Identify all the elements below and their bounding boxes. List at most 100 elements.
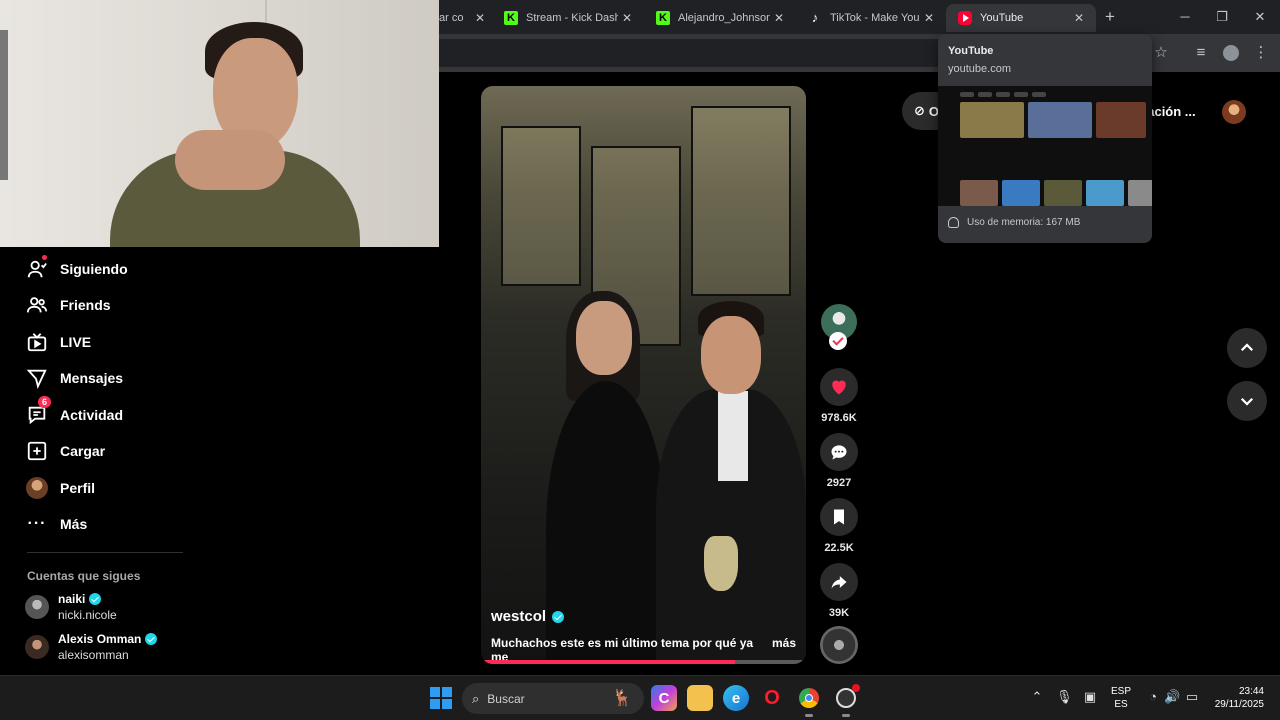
sidebar-item-label: Mensajes bbox=[60, 370, 124, 386]
video-person-man bbox=[656, 301, 806, 664]
sidebar-item-label: Friends bbox=[60, 297, 111, 313]
youtube-icon bbox=[958, 11, 972, 25]
sidebar-item-friends[interactable]: Friends bbox=[26, 291, 111, 319]
edge-icon[interactable]: e bbox=[723, 685, 749, 711]
comment-count: 2927 bbox=[826, 477, 852, 489]
video-player[interactable]: westcol Muchachos este es mi último tema… bbox=[481, 86, 806, 664]
tab-kick-channel[interactable]: K Alejandro_Johnson S ✕ bbox=[644, 4, 796, 32]
memory-icon bbox=[948, 217, 959, 228]
sidebar-item-label: Cargar bbox=[60, 443, 106, 459]
close-icon[interactable]: ✕ bbox=[1070, 11, 1088, 25]
profile-avatar[interactable] bbox=[1223, 45, 1239, 61]
opera-icon[interactable]: O bbox=[759, 685, 785, 711]
media-controls-icon[interactable]: ≡ bbox=[1191, 43, 1211, 63]
input-language[interactable]: ESP ES bbox=[1108, 685, 1134, 711]
verified-icon bbox=[552, 610, 565, 623]
new-tab-button[interactable]: + bbox=[1100, 7, 1120, 27]
tab-label: TikTok - Make Your D bbox=[830, 12, 920, 24]
keyboard-layout: ES bbox=[1114, 699, 1128, 710]
sidebar-item-messages[interactable]: Mensajes bbox=[26, 364, 123, 392]
sidebar-item-upload[interactable]: Cargar bbox=[26, 437, 105, 465]
account-name: Alexis Omman bbox=[58, 632, 142, 646]
heart-icon bbox=[832, 380, 846, 395]
obs-icon[interactable] bbox=[833, 684, 860, 717]
close-icon[interactable]: ✕ bbox=[920, 11, 938, 25]
close-icon[interactable]: ✕ bbox=[618, 11, 636, 25]
chrome-icon[interactable] bbox=[796, 685, 822, 717]
microphone-icon[interactable]: 🎙 bbox=[1056, 689, 1073, 705]
tab-youtube[interactable]: YouTube ✕ bbox=[946, 4, 1096, 32]
bookmark-star-icon[interactable]: ☆ bbox=[1151, 43, 1171, 63]
followed-check-icon[interactable] bbox=[829, 332, 847, 350]
memory-usage-text: Uso de memoria: 167 MB bbox=[967, 217, 1081, 228]
close-icon[interactable]: ✕ bbox=[770, 11, 788, 25]
taskbar-clock[interactable]: 23:44 29/11/2025 bbox=[1208, 685, 1264, 711]
bookmark-icon bbox=[834, 509, 844, 525]
tray-chevron-up-icon[interactable]: ⌃ bbox=[1030, 689, 1044, 705]
account-name: naiki bbox=[58, 592, 86, 606]
activity-icon: 6 bbox=[26, 396, 52, 426]
like-button[interactable] bbox=[820, 368, 858, 406]
user-avatar[interactable] bbox=[1222, 100, 1246, 124]
windows-taskbar: ⌕ Buscar 🦌 C e O ⌃ 🎙 ▣ ESP ES ◔ 🔊 ▭ 23:4… bbox=[0, 675, 1280, 720]
notification-dot bbox=[42, 255, 47, 260]
close-icon[interactable]: ✕ bbox=[471, 11, 489, 25]
sidebar-item-following[interactable]: Siguiendo bbox=[26, 255, 128, 283]
clock-time: 23:44 bbox=[1238, 686, 1264, 697]
kick-icon: K bbox=[656, 11, 670, 25]
following-account-item[interactable]: naiki nicki.nicole bbox=[25, 592, 117, 622]
video-username: westcol bbox=[491, 608, 547, 625]
search-placeholder: Buscar bbox=[487, 691, 525, 706]
tab-label: YouTube bbox=[980, 12, 1024, 24]
file-explorer-icon[interactable] bbox=[687, 685, 713, 711]
verified-icon bbox=[145, 633, 158, 645]
previous-video-button[interactable] bbox=[1227, 328, 1267, 368]
save-button[interactable] bbox=[820, 498, 858, 536]
copilot-icon[interactable]: C bbox=[651, 685, 677, 711]
following-account-item[interactable]: Alexis Omman alexisomman bbox=[25, 632, 158, 662]
tab-kick-stream[interactable]: K Stream - Kick Dashb ✕ bbox=[492, 4, 644, 32]
verified-icon bbox=[89, 593, 102, 605]
video-progress-fill bbox=[481, 660, 735, 664]
start-button[interactable] bbox=[430, 687, 452, 709]
friends-icon bbox=[26, 294, 48, 316]
wifi-icon[interactable]: ◔ bbox=[1146, 689, 1160, 704]
comment-button[interactable] bbox=[820, 433, 858, 471]
share-count: 39K bbox=[828, 607, 850, 619]
following-section-title: Cuentas que sigues bbox=[27, 569, 141, 583]
kebab-menu-icon[interactable]: ⋮ bbox=[1251, 43, 1271, 63]
sidebar-item-activity[interactable]: 6 Actividad bbox=[26, 396, 124, 429]
restore-button[interactable]: ❐ bbox=[1210, 7, 1234, 27]
tab-tiktok[interactable]: ♪ TikTok - Make Your D ✕ bbox=[796, 4, 946, 32]
battery-icon[interactable]: ▭ bbox=[1184, 689, 1200, 705]
sidebar-item-live[interactable]: LIVE bbox=[26, 328, 91, 356]
tiktok-icon: ♪ bbox=[811, 10, 819, 25]
next-video-button[interactable] bbox=[1227, 381, 1267, 421]
hover-card-title: YouTube bbox=[948, 45, 994, 57]
chevron-up-icon bbox=[1240, 343, 1254, 352]
display-icon[interactable]: ▣ bbox=[1082, 689, 1098, 705]
volume-icon[interactable]: 🔊 bbox=[1164, 689, 1180, 705]
close-window-button[interactable]: ✕ bbox=[1248, 7, 1272, 27]
share-icon bbox=[831, 576, 847, 589]
share-button[interactable] bbox=[820, 563, 858, 601]
chevron-down-icon bbox=[1240, 397, 1254, 406]
video-progress-bar[interactable] bbox=[481, 660, 806, 664]
music-disc-icon[interactable] bbox=[820, 626, 858, 664]
search-highlight-icon: 🦌 bbox=[612, 690, 632, 707]
sidebar-item-label: Más bbox=[60, 516, 88, 532]
tab-partial[interactable]: ar co ✕ bbox=[439, 4, 497, 32]
account-handle: alexisomman bbox=[58, 648, 129, 662]
hover-card-memory: Uso de memoria: 167 MB bbox=[948, 217, 1080, 228]
sidebar-item-more[interactable]: ··· Más bbox=[26, 510, 88, 538]
sidebar-item-profile[interactable]: Perfil bbox=[26, 474, 95, 502]
taskbar-search[interactable]: ⌕ Buscar 🦌 bbox=[462, 683, 644, 714]
video-author[interactable]: westcol bbox=[491, 608, 565, 625]
coins-icon: ⊘ bbox=[914, 103, 925, 118]
sidebar-item-label: Actividad bbox=[60, 407, 124, 423]
comment-icon bbox=[831, 445, 847, 460]
like-count: 978.6K bbox=[821, 412, 857, 424]
minimize-button[interactable]: ─ bbox=[1173, 7, 1197, 27]
following-icon bbox=[26, 255, 48, 280]
background-window bbox=[691, 106, 791, 296]
